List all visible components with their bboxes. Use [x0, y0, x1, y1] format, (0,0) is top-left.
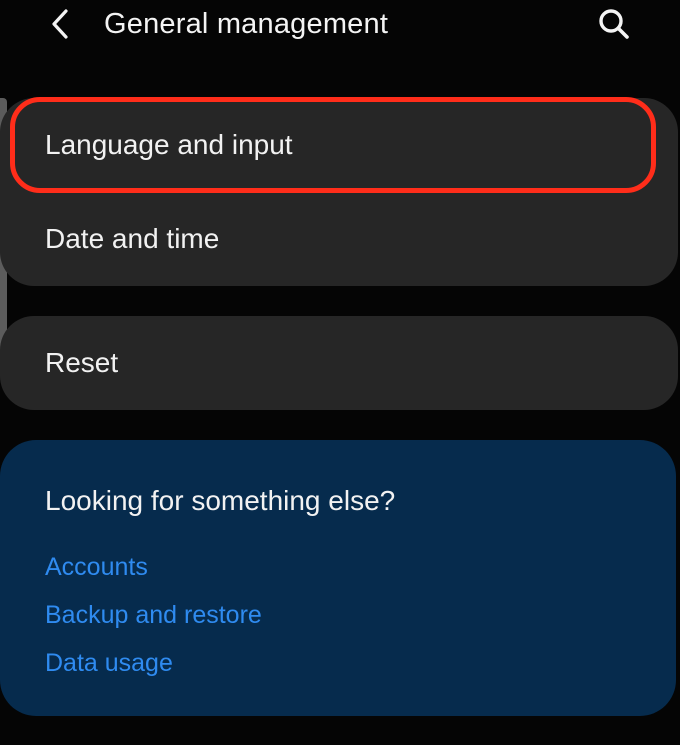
suggestions-card: Looking for something else? Accounts Bac…	[0, 440, 676, 716]
search-icon	[599, 9, 629, 39]
date-and-time-item[interactable]: Date and time	[0, 192, 678, 286]
reset-label: Reset	[45, 347, 119, 378]
backup-and-restore-link[interactable]: Backup and restore	[45, 599, 262, 631]
settings-card-reset: Reset	[0, 316, 678, 410]
suggestions-title: Looking for something else?	[45, 485, 396, 516]
app-bar: General management	[0, 0, 680, 50]
settings-screen: General management Language and input Da…	[0, 0, 680, 745]
back-button[interactable]	[36, 2, 84, 46]
reset-item[interactable]: Reset	[0, 316, 678, 410]
language-and-input-label: Language and input	[45, 129, 293, 160]
date-and-time-label: Date and time	[45, 223, 220, 254]
search-button[interactable]	[588, 1, 640, 47]
chevron-left-icon	[52, 9, 68, 39]
page-title: General management	[104, 8, 389, 40]
settings-card-general: Language and input Date and time	[0, 98, 678, 286]
data-usage-link[interactable]: Data usage	[45, 647, 173, 679]
accounts-link[interactable]: Accounts	[45, 551, 148, 583]
language-and-input-item[interactable]: Language and input	[0, 98, 678, 192]
